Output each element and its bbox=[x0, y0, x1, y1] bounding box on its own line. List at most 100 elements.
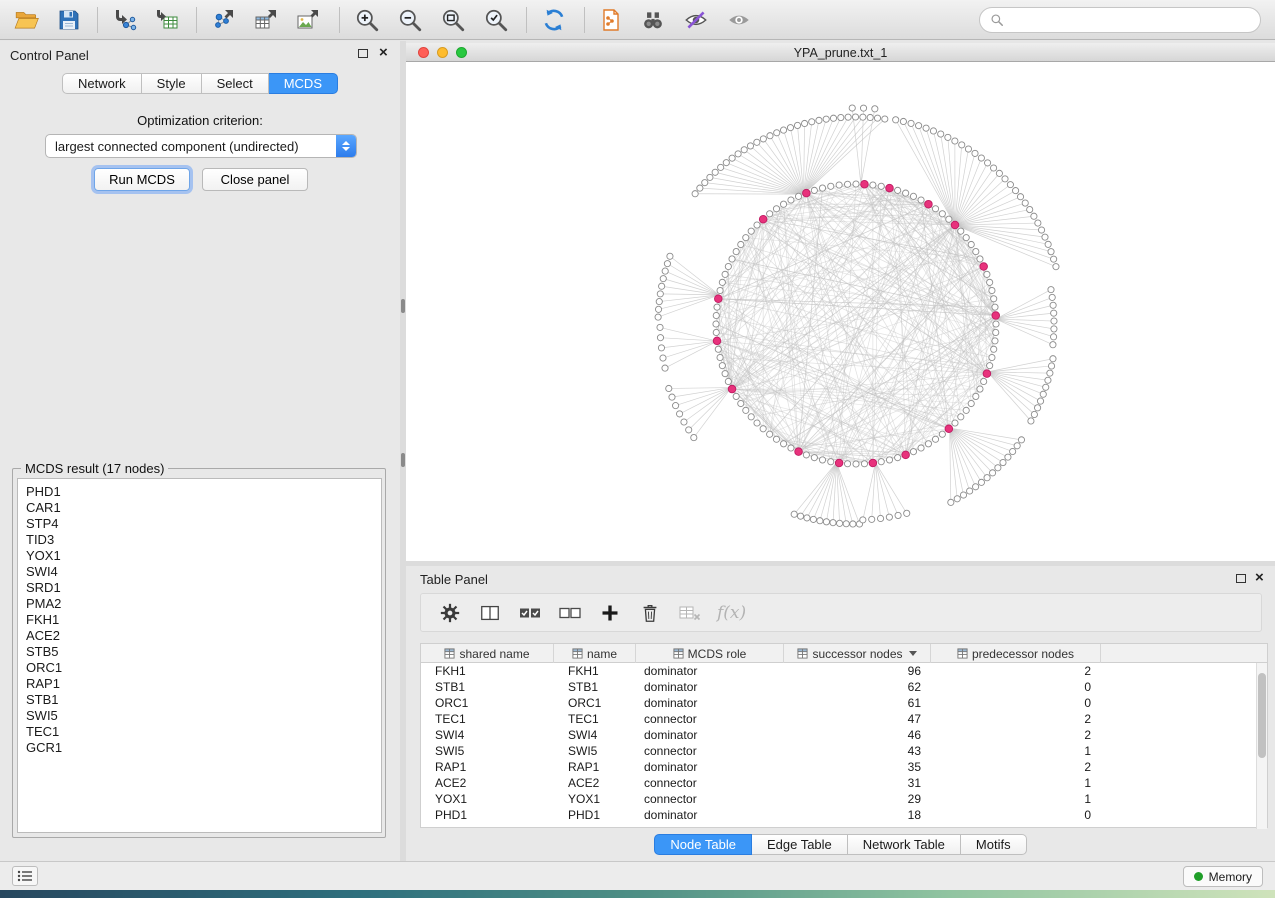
table-cell: 2 bbox=[931, 663, 1101, 679]
float-panel-icon[interactable] bbox=[1236, 574, 1246, 583]
mcds-result-item[interactable]: GCR1 bbox=[18, 740, 381, 756]
close-panel-button[interactable]: Close panel bbox=[202, 168, 308, 191]
float-panel-icon[interactable] bbox=[358, 49, 368, 58]
table-cell: ACE2 bbox=[554, 775, 636, 791]
save-icon[interactable] bbox=[54, 5, 84, 35]
mcds-result-item[interactable]: STB5 bbox=[18, 644, 381, 660]
memory-button[interactable]: Memory bbox=[1183, 866, 1263, 887]
mcds-result-item[interactable]: YOX1 bbox=[18, 548, 381, 564]
toolbar-separator bbox=[584, 7, 585, 33]
column-header-mcds-role[interactable]: MCDS role bbox=[636, 644, 784, 663]
criterion-dropdown[interactable]: largest connected component (undirected) bbox=[45, 134, 357, 158]
node-table: shared name name MCDS role successor nod… bbox=[420, 643, 1268, 828]
close-panel-icon[interactable]: × bbox=[1255, 570, 1264, 586]
network-canvas[interactable] bbox=[406, 62, 1275, 560]
table-panel-title: Table Panel bbox=[420, 572, 488, 587]
zoom-in-icon[interactable] bbox=[352, 5, 382, 35]
panel-menu-icon[interactable] bbox=[12, 866, 38, 886]
table-cell: 1 bbox=[931, 775, 1101, 791]
open-folder-icon[interactable] bbox=[12, 5, 42, 35]
mcds-result-item[interactable]: SRD1 bbox=[18, 580, 381, 596]
delete-column-trash-icon[interactable] bbox=[637, 600, 663, 626]
mcds-result-item[interactable]: RAP1 bbox=[18, 676, 381, 692]
tab-network-table[interactable]: Network Table bbox=[848, 834, 961, 855]
mcds-result-list[interactable]: PHD1CAR1STP4TID3YOX1SWI4SRD1PMA2FKH1ACE2… bbox=[17, 478, 382, 833]
share-document-icon[interactable] bbox=[596, 5, 626, 35]
show-all-eye-icon[interactable] bbox=[724, 5, 754, 35]
mcds-result-item[interactable]: STB1 bbox=[18, 692, 381, 708]
table-row[interactable]: ACE2ACE2connector311 bbox=[421, 775, 1267, 791]
mcds-result-item[interactable]: SWI5 bbox=[18, 708, 381, 724]
create-column-plus-icon[interactable] bbox=[597, 600, 623, 626]
search-input[interactable] bbox=[1010, 13, 1250, 28]
network-window-titlebar[interactable]: YPA_prune.txt_1 bbox=[406, 43, 1275, 62]
mcds-result-item[interactable]: STP4 bbox=[18, 516, 381, 532]
zoom-selected-icon[interactable] bbox=[481, 5, 511, 35]
table-cell: dominator bbox=[636, 727, 784, 743]
table-cell: ORC1 bbox=[421, 695, 554, 711]
show-column-panel-icon[interactable] bbox=[477, 600, 503, 626]
zoom-out-icon[interactable] bbox=[395, 5, 425, 35]
mcds-result-item[interactable]: PMA2 bbox=[18, 596, 381, 612]
close-panel-icon[interactable]: × bbox=[379, 45, 388, 61]
sort-grid-icon bbox=[444, 648, 455, 659]
table-row[interactable]: ORC1ORC1dominator610 bbox=[421, 695, 1267, 711]
export-network-icon[interactable] bbox=[209, 5, 239, 35]
export-table-icon[interactable] bbox=[251, 5, 281, 35]
find-binoculars-icon[interactable] bbox=[638, 5, 668, 35]
tab-select[interactable]: Select bbox=[202, 73, 269, 94]
main-toolbar bbox=[0, 0, 1275, 40]
mcds-result-item[interactable]: TEC1 bbox=[18, 724, 381, 740]
network-graph[interactable] bbox=[406, 62, 1275, 560]
run-mcds-button[interactable]: Run MCDS bbox=[94, 168, 190, 191]
splitter-grip[interactable] bbox=[401, 299, 405, 313]
scrollbar-thumb[interactable] bbox=[1258, 673, 1266, 758]
zoom-fit-icon[interactable] bbox=[438, 5, 468, 35]
table-cell: 35 bbox=[784, 759, 931, 775]
mcds-result-item[interactable]: FKH1 bbox=[18, 612, 381, 628]
table-row[interactable]: TEC1TEC1connector472 bbox=[421, 711, 1267, 727]
mcds-result-item[interactable]: CAR1 bbox=[18, 500, 381, 516]
column-header-successor-nodes[interactable]: successor nodes bbox=[784, 644, 931, 663]
import-table-icon[interactable] bbox=[152, 5, 182, 35]
select-all-columns-icon[interactable] bbox=[517, 600, 543, 626]
export-image-icon[interactable] bbox=[293, 5, 323, 35]
mcds-result-item[interactable]: PHD1 bbox=[18, 484, 381, 500]
tab-motifs[interactable]: Motifs bbox=[961, 834, 1027, 855]
table-row[interactable]: YOX1YOX1connector291 bbox=[421, 791, 1267, 807]
network-title: YPA_prune.txt_1 bbox=[406, 46, 1275, 60]
column-header-name[interactable]: name bbox=[554, 644, 636, 663]
table-row[interactable]: FKH1FKH1dominator962 bbox=[421, 663, 1267, 679]
mcds-result-item[interactable]: TID3 bbox=[18, 532, 381, 548]
column-header-predecessor-nodes[interactable]: predecessor nodes bbox=[931, 644, 1101, 663]
mcds-result-item[interactable]: SWI4 bbox=[18, 564, 381, 580]
tab-edge-table[interactable]: Edge Table bbox=[752, 834, 848, 855]
table-row[interactable]: SWI5SWI5connector431 bbox=[421, 743, 1267, 759]
column-header-shared-name[interactable]: shared name bbox=[421, 644, 554, 663]
table-row[interactable]: PHD1PHD1dominator180 bbox=[421, 807, 1267, 823]
deselect-all-columns-icon[interactable] bbox=[557, 600, 583, 626]
table-row[interactable]: SWI4SWI4dominator462 bbox=[421, 727, 1267, 743]
mcds-result-item[interactable]: ORC1 bbox=[18, 660, 381, 676]
splitter-grip[interactable] bbox=[401, 453, 405, 467]
tab-node-table[interactable]: Node Table bbox=[654, 834, 752, 855]
tab-style[interactable]: Style bbox=[142, 73, 202, 94]
tab-mcds[interactable]: MCDS bbox=[269, 73, 338, 94]
table-cell: 2 bbox=[931, 711, 1101, 727]
toolbar-separator bbox=[97, 7, 98, 33]
sort-grid-icon bbox=[957, 648, 968, 659]
import-network-icon[interactable] bbox=[110, 5, 140, 35]
table-row[interactable]: RAP1RAP1dominator352 bbox=[421, 759, 1267, 775]
table-cell: YOX1 bbox=[554, 791, 636, 807]
table-cell: 62 bbox=[784, 679, 931, 695]
refresh-icon[interactable] bbox=[539, 5, 569, 35]
control-panel-title: Control Panel bbox=[10, 48, 89, 63]
table-settings-gear-icon[interactable] bbox=[437, 600, 463, 626]
mcds-result-item[interactable]: ACE2 bbox=[18, 628, 381, 644]
table-cell: TEC1 bbox=[554, 711, 636, 727]
table-row[interactable]: STB1STB1dominator620 bbox=[421, 679, 1267, 695]
hide-selected-eye-slash-icon[interactable] bbox=[681, 5, 711, 35]
table-scrollbar[interactable] bbox=[1256, 663, 1267, 829]
tab-network[interactable]: Network bbox=[62, 73, 142, 94]
table-cell: 61 bbox=[784, 695, 931, 711]
